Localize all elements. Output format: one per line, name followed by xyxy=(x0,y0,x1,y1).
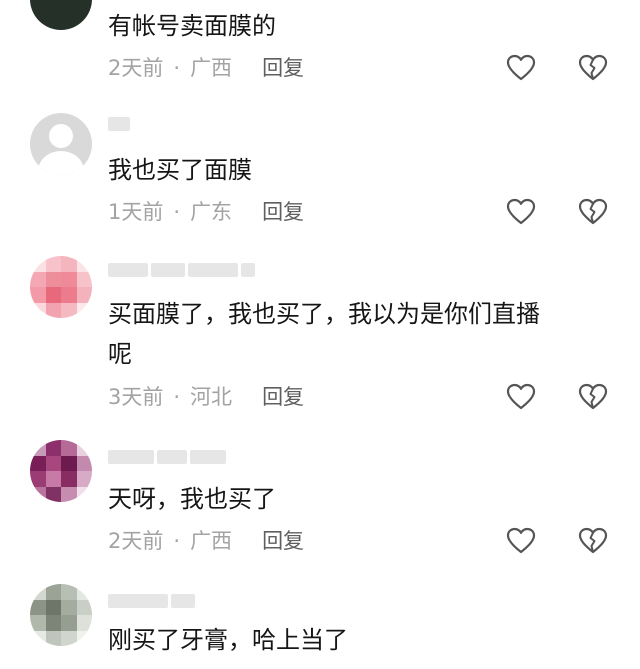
meta-separator: · xyxy=(173,529,181,553)
broken-heart-outline-icon[interactable] xyxy=(578,527,608,555)
comment-meta: 2天前 · 广西 回复 xyxy=(108,527,304,555)
reply-button[interactable]: 回复 xyxy=(262,383,304,411)
broken-heart-outline-icon[interactable] xyxy=(578,383,608,411)
heart-outline-icon[interactable] xyxy=(506,383,536,411)
comment-location: 广西 xyxy=(190,56,233,80)
comment-meta: 3天前 · 河北 回复 xyxy=(108,383,304,411)
avatar[interactable] xyxy=(30,440,92,502)
broken-heart-outline-icon[interactable] xyxy=(578,198,608,226)
username-blurred[interactable] xyxy=(108,450,226,464)
heart-outline-icon[interactable] xyxy=(506,198,536,226)
comment-time: 3天前 xyxy=(108,385,164,409)
comment-location: 广西 xyxy=(190,529,233,553)
comment-location: 河北 xyxy=(190,385,233,409)
avatar[interactable] xyxy=(30,256,92,318)
comment-text: 天呀，我也买了 xyxy=(108,485,276,513)
broken-heart-outline-icon[interactable] xyxy=(578,54,608,82)
username-blurred[interactable] xyxy=(108,594,195,608)
username-blurred[interactable] xyxy=(108,263,255,277)
reply-button[interactable]: 回复 xyxy=(262,527,304,555)
heart-outline-icon[interactable] xyxy=(506,527,536,555)
avatar[interactable] xyxy=(30,0,92,30)
avatar[interactable] xyxy=(30,113,92,175)
meta-separator: · xyxy=(173,200,181,224)
avatar[interactable] xyxy=(30,584,92,646)
comment-text: 我也买了面膜 xyxy=(108,156,252,184)
comment-time: 2天前 xyxy=(108,529,164,553)
username-blurred[interactable] xyxy=(108,117,130,131)
comment-meta: 2天前 · 广西 回复 xyxy=(108,54,304,82)
comment-text: 买面膜了，我也买了，我以为是你们直播 呢 xyxy=(108,300,540,368)
meta-separator: · xyxy=(173,56,181,80)
comment-text: 有帐号卖面膜的 xyxy=(108,12,276,40)
comment-text: 刚买了牙膏，哈上当了 xyxy=(108,626,348,654)
heart-outline-icon[interactable] xyxy=(506,54,536,82)
comment-time: 1天前 xyxy=(108,200,164,224)
meta-separator: · xyxy=(173,385,181,409)
comment-location: 广东 xyxy=(190,200,233,224)
comment-time: 2天前 xyxy=(108,56,164,80)
comment-meta: 1天前 · 广东 回复 xyxy=(108,198,304,226)
reply-button[interactable]: 回复 xyxy=(262,54,304,82)
reply-button[interactable]: 回复 xyxy=(262,198,304,226)
